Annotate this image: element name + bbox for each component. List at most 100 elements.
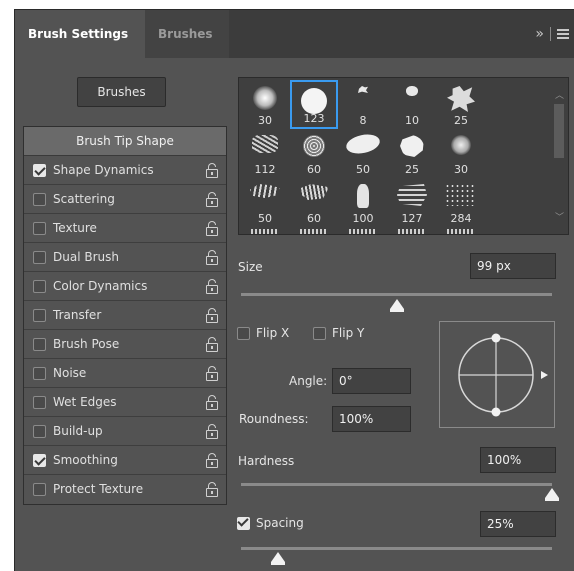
scroll-down-icon[interactable]: ﹀ xyxy=(555,214,564,223)
brush-preset[interactable]: 284 xyxy=(437,178,485,227)
lock-icon[interactable] xyxy=(206,453,218,468)
size-field[interactable]: 99 px xyxy=(470,253,556,279)
lock-icon[interactable] xyxy=(206,192,218,207)
brush-preset-size: 60 xyxy=(307,163,321,176)
lock-icon[interactable] xyxy=(206,308,218,323)
brush-preset[interactable]: 112 xyxy=(241,129,289,178)
size-slider-thumb[interactable] xyxy=(389,299,404,312)
lock-icon[interactable] xyxy=(206,424,218,439)
brush-preset-size: 100 xyxy=(352,212,374,225)
brush-option-wet-edges[interactable]: Wet Edges xyxy=(24,388,226,417)
brush-preset-size: 60 xyxy=(307,212,321,225)
lock-icon[interactable] xyxy=(206,163,218,178)
brush-preset[interactable]: 30 xyxy=(241,80,289,129)
flip-y-label: Flip Y xyxy=(332,326,365,340)
brush-tip-thumbnail xyxy=(303,135,325,157)
option-checkbox[interactable] xyxy=(33,222,46,235)
brush-preset-size: 25 xyxy=(405,163,419,176)
brush-option-smoothing[interactable]: Smoothing xyxy=(24,446,226,475)
tab-brushes[interactable]: Brushes xyxy=(145,10,229,58)
size-slider-track[interactable] xyxy=(241,293,552,296)
scrollbar-thumb[interactable] xyxy=(554,104,564,158)
brush-option-dual-brush[interactable]: Dual Brush xyxy=(24,243,226,272)
brush-preset[interactable]: 50 xyxy=(339,129,387,178)
brush-option-protect-texture[interactable]: Protect Texture xyxy=(24,475,226,504)
spacing-slider-thumb[interactable] xyxy=(271,552,286,565)
option-checkbox[interactable] xyxy=(33,425,46,438)
option-checkbox[interactable] xyxy=(33,396,46,409)
spacing-checkbox[interactable] xyxy=(237,516,250,530)
brush-option-noise[interactable]: Noise xyxy=(24,359,226,388)
lock-icon[interactable] xyxy=(206,337,218,352)
roundness-handle-top[interactable] xyxy=(491,333,501,343)
brush-tip-shape-item[interactable]: Brush Tip Shape xyxy=(24,127,226,156)
brush-option-build-up[interactable]: Build-up xyxy=(24,417,226,446)
angle-field[interactable]: 0° xyxy=(332,368,411,394)
brush-preset-partial[interactable] xyxy=(251,229,279,234)
angle-roundness-widget[interactable] xyxy=(440,322,556,429)
option-checkbox[interactable] xyxy=(33,367,46,380)
option-checkbox[interactable] xyxy=(33,309,46,322)
brush-option-brush-pose[interactable]: Brush Pose xyxy=(24,330,226,359)
menu-icon[interactable] xyxy=(557,29,569,39)
flip-y-checkbox[interactable] xyxy=(313,326,326,340)
scroll-up-icon[interactable]: ︿ xyxy=(555,92,564,101)
spacing-field[interactable]: 25% xyxy=(480,511,556,537)
spacing-slider-track[interactable] xyxy=(241,547,552,550)
angle-arrow-icon[interactable] xyxy=(541,371,548,379)
option-checkbox[interactable] xyxy=(33,338,46,351)
brush-tip-thumbnail xyxy=(447,86,475,112)
flip-y-control[interactable]: Flip Y xyxy=(313,326,364,340)
spacing-control[interactable]: Spacing xyxy=(237,516,304,530)
flip-x-control[interactable]: Flip X xyxy=(237,326,289,340)
lock-icon[interactable] xyxy=(206,250,218,265)
hardness-slider-track[interactable] xyxy=(241,483,552,486)
hardness-slider-thumb[interactable] xyxy=(545,488,559,501)
brush-preset[interactable]: 25 xyxy=(388,129,436,178)
brush-preset[interactable]: 50 xyxy=(241,178,289,227)
brush-preset[interactable]: 123 xyxy=(290,80,338,129)
brush-preset-partial[interactable] xyxy=(349,229,377,234)
lock-icon[interactable] xyxy=(206,482,218,497)
brushes-button[interactable]: Brushes xyxy=(77,77,166,107)
brush-preset[interactable]: 100 xyxy=(339,178,387,227)
lock-icon[interactable] xyxy=(206,395,218,410)
flip-x-checkbox[interactable] xyxy=(237,326,250,340)
option-checkbox[interactable] xyxy=(33,280,46,293)
brush-preset[interactable]: 60 xyxy=(290,129,338,178)
brush-preset[interactable]: 25 xyxy=(437,80,485,129)
roundness-handle-bottom[interactable] xyxy=(491,407,501,417)
brush-option-transfer[interactable]: Transfer xyxy=(24,301,226,330)
brush-preset[interactable]: 8 xyxy=(339,80,387,129)
brush-preset-partial[interactable] xyxy=(447,229,475,234)
brush-preset-partial[interactable] xyxy=(300,229,328,234)
lock-icon[interactable] xyxy=(206,221,218,236)
hardness-field[interactable]: 100% xyxy=(480,447,556,473)
option-checkbox[interactable] xyxy=(33,251,46,264)
brush-preset-size: 112 xyxy=(254,163,276,176)
brush-preset[interactable]: 127 xyxy=(388,178,436,227)
brush-option-texture[interactable]: Texture xyxy=(24,214,226,243)
brush-option-shape-dynamics[interactable]: Shape Dynamics xyxy=(24,156,226,185)
brush-preset[interactable]: 30 xyxy=(437,129,485,178)
lock-icon[interactable] xyxy=(206,279,218,294)
option-checkbox[interactable] xyxy=(33,454,46,467)
brush-preset[interactable]: 60 xyxy=(290,178,338,227)
brush-option-scattering[interactable]: Scattering xyxy=(24,185,226,214)
option-label: Brush Pose xyxy=(53,337,120,351)
tab-brush-settings[interactable]: Brush Settings xyxy=(15,10,145,58)
brush-preset[interactable]: 10 xyxy=(388,80,436,129)
presets-scrollbar[interactable]: ︿ ﹀ xyxy=(550,78,568,234)
option-checkbox[interactable] xyxy=(33,164,46,177)
option-checkbox[interactable] xyxy=(33,483,46,496)
option-label: Build-up xyxy=(53,424,103,438)
option-checkbox[interactable] xyxy=(33,193,46,206)
brush-angle-preview[interactable] xyxy=(439,321,555,428)
expand-icon[interactable]: » xyxy=(535,26,544,42)
option-label: Texture xyxy=(53,221,97,235)
brush-option-color-dynamics[interactable]: Color Dynamics xyxy=(24,272,226,301)
option-label: Wet Edges xyxy=(53,395,117,409)
lock-icon[interactable] xyxy=(206,366,218,381)
roundness-field[interactable]: 100% xyxy=(332,406,411,432)
brush-preset-partial[interactable] xyxy=(398,229,426,234)
